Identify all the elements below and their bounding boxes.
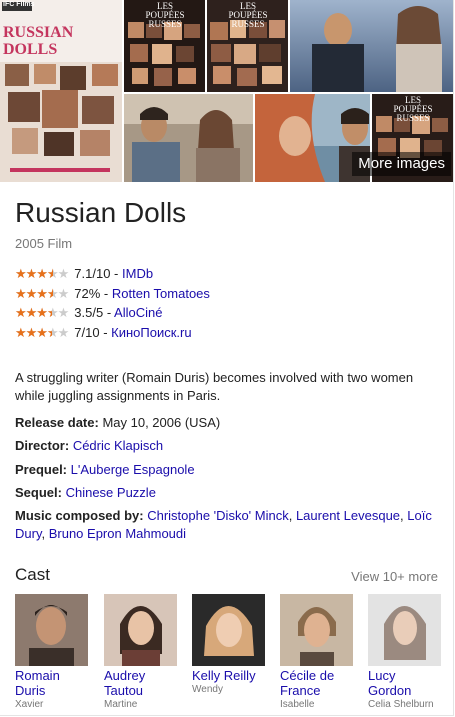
rating-score: 72% [74, 286, 101, 301]
fact-label: Sequel: [15, 485, 62, 500]
rating-separator: - [100, 286, 112, 301]
star-fill: ★★★★★ [15, 325, 52, 340]
cast-name[interactable]: Cécile de France [280, 668, 353, 698]
director-link[interactable]: Cédric Klapisch [73, 438, 163, 453]
poster-title-text: RUSSIAN DOLLS [3, 24, 74, 58]
rating-separator: - [110, 266, 122, 281]
poster-image[interactable]: IFC Films RUSSIAN DOLLS [0, 0, 122, 182]
couple-street-image[interactable] [124, 94, 253, 182]
poster-russes-image-1[interactable]: LES POUPÉES RUSSES [124, 0, 205, 92]
star-fill: ★★★★★ [15, 266, 53, 281]
fact-label: Director: [15, 438, 70, 453]
fact-release-date: Release date: May 10, 2006 (USA) [15, 414, 440, 432]
movie-subtitle: 2005 Film [15, 236, 73, 251]
rating-row-allocine: ★★★★★★★★★★ 3.5/5 - AlloCiné [15, 305, 162, 321]
rating-separator: - [103, 305, 115, 320]
rating-source-link[interactable]: AlloCiné [114, 305, 162, 320]
cast-photo[interactable] [15, 594, 88, 666]
star-fill: ★★★★★ [15, 286, 54, 301]
sequel-link[interactable]: Chinese Puzzle [66, 485, 156, 500]
fact-label: Music composed by: [15, 508, 144, 523]
fact-value: May 10, 2006 (USA) [102, 415, 221, 430]
star-rating-icon: ★★★★★★★★★★ [15, 325, 69, 340]
list-separator: , [288, 508, 296, 523]
knowledge-panel: IFC Films RUSSIAN DOLLS LES POUPÉES RUSS… [0, 0, 454, 716]
cast-name[interactable]: Romain Duris [15, 668, 88, 698]
cast-card[interactable]: Audrey Tautou Martine [104, 594, 177, 711]
couple-artwork [290, 0, 453, 92]
cast-name[interactable]: Lucy Gordon [368, 668, 441, 698]
rating-separator: - [99, 325, 112, 340]
cast-heading: Cast [15, 565, 50, 584]
cast-card[interactable]: Kelly Reilly Wendy [192, 594, 265, 696]
cast-name[interactable]: Audrey Tautou [104, 668, 177, 698]
cast-portrait [368, 594, 441, 666]
cast-portrait [104, 594, 177, 666]
cast-card[interactable]: Romain Duris Xavier [15, 594, 88, 711]
fact-sequel: Sequel: Chinese Puzzle [15, 484, 440, 502]
fact-label: Release date: [15, 415, 99, 430]
cast-role: Xavier [15, 699, 44, 710]
poster-russes-title-1: LES POUPÉES RUSSES [145, 1, 185, 29]
rating-row-kinopoisk: ★★★★★★★★★★ 7/10 - КиноПоиск.ru [15, 325, 192, 341]
star-fill: ★★★★★ [15, 305, 52, 320]
rating-score: 7/10 [74, 325, 100, 340]
cast-portrait [15, 594, 88, 666]
cast-role: Celia Shelburn [368, 699, 434, 710]
rating-source-link[interactable]: IMDb [122, 266, 153, 281]
rating-row-rotten-tomatoes: ★★★★★★★★★★ 72% - Rotten Tomatoes [15, 286, 210, 302]
rating-score: 3.5/5 [74, 305, 104, 320]
view-more-cast-link[interactable]: View 10+ more [351, 569, 438, 584]
star-rating-icon: ★★★★★★★★★★ [15, 266, 69, 281]
composer-link[interactable]: Laurent Levesque [296, 508, 400, 523]
composer-link[interactable]: Bruno Epron Mahmoudi [49, 526, 186, 541]
cast-role: Wendy [192, 684, 223, 695]
more-images-button[interactable]: More images [352, 152, 451, 176]
cast-photo[interactable] [104, 594, 177, 666]
poster-studio-text: IFC Films [3, 1, 35, 8]
fact-prequel: Prequel: L'Auberge Espagnole [15, 461, 440, 479]
cast-portrait [192, 594, 265, 666]
cast-portrait [280, 594, 353, 666]
poster-russes-title-2: LES POUPÉES RUSSES [228, 1, 268, 29]
poster-russes-title-3: LES POUPÉES RUSSES [393, 95, 433, 123]
composer-link[interactable]: Christophe 'Disko' Minck [147, 508, 289, 523]
list-separator: , [41, 526, 49, 541]
cast-card[interactable]: Lucy Gordon Celia Shelburn [368, 594, 441, 711]
rating-score: 7.1/10 [74, 266, 111, 281]
movie-description: A struggling writer (Romain Duris) becom… [15, 370, 414, 403]
star-rating-icon: ★★★★★★★★★★ [15, 286, 69, 301]
rating-row-imdb: ★★★★★★★★★★ 7.1/10 - IMDb [15, 266, 153, 282]
star-rating-icon: ★★★★★★★★★★ [15, 305, 69, 320]
prequel-link[interactable]: L'Auberge Espagnole [71, 462, 195, 477]
fact-director: Director: Cédric Klapisch [15, 437, 440, 455]
poster-russes-image-2[interactable]: LES POUPÉES RUSSES [207, 0, 288, 92]
movie-title: Russian Dolls [15, 197, 187, 228]
cast-role: Martine [104, 699, 138, 710]
couple-image[interactable] [290, 0, 453, 92]
cast-photo[interactable] [280, 594, 353, 666]
couple-street-artwork [124, 94, 253, 182]
cast-photo[interactable] [192, 594, 265, 666]
fact-music: Music composed by: Christophe 'Disko' Mi… [15, 507, 440, 543]
cast-photo[interactable] [368, 594, 441, 666]
cast-name[interactable]: Kelly Reilly [192, 668, 265, 683]
rating-source-link[interactable]: Rotten Tomatoes [112, 286, 210, 301]
cast-role: Isabelle [280, 699, 315, 710]
fact-label: Prequel: [15, 462, 68, 477]
rating-source-link[interactable]: КиноПоиск.ru [111, 325, 191, 340]
cast-card[interactable]: Cécile de France Isabelle [280, 594, 353, 711]
